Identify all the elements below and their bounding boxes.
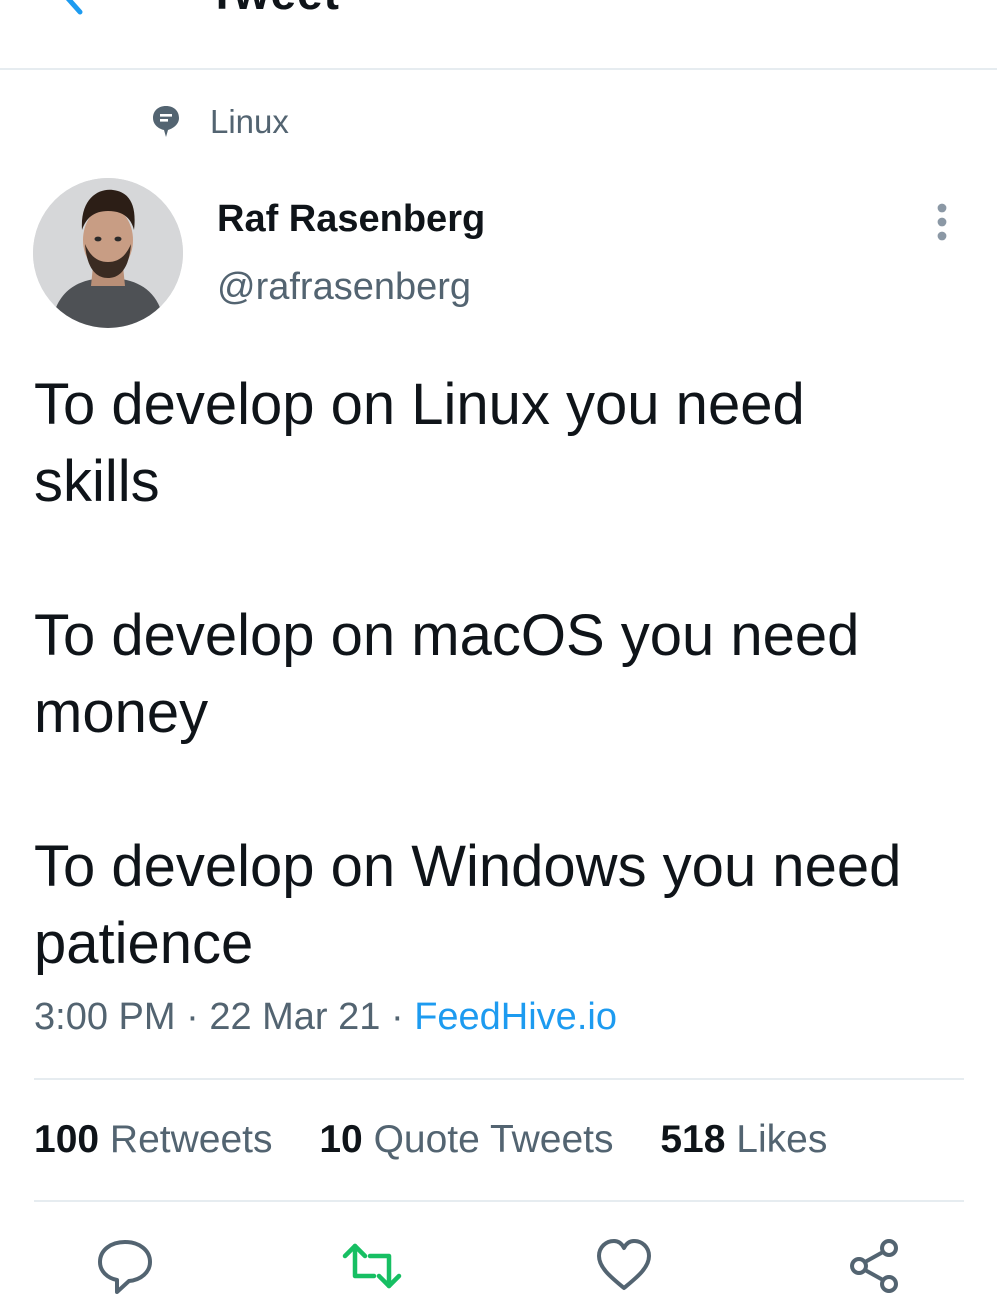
tweet-time: 3:00 PM xyxy=(34,996,176,1038)
topic-context[interactable]: Linux xyxy=(150,100,289,144)
top-bar: Tweet xyxy=(0,0,997,70)
tweet-text: To develop on Linux you need skills To d… xyxy=(34,366,974,982)
likes-stat[interactable]: 518 Likes xyxy=(660,1118,827,1161)
author-handle[interactable]: @rafrasenberg xyxy=(217,266,471,309)
retweets-stat[interactable]: 100 Retweets xyxy=(34,1118,273,1161)
more-vertical-icon[interactable] xyxy=(928,200,956,244)
tweet-paragraph: To develop on Windows you need patience xyxy=(34,828,974,982)
likes-label: Likes xyxy=(736,1118,828,1161)
tweet-line: To develop on macOS you need xyxy=(34,603,860,668)
topic-bubble-icon xyxy=(153,106,179,137)
tweet-line: To develop on Windows you need xyxy=(34,834,902,899)
avatar-photo xyxy=(33,178,183,328)
page-title: Tweet xyxy=(208,0,340,20)
author-name[interactable]: Raf Rasenberg xyxy=(217,198,485,241)
likes-count: 518 xyxy=(660,1118,726,1161)
tweet-line: To develop on Linux you need xyxy=(34,372,805,437)
tweet-date: 22 Mar 21 xyxy=(209,996,381,1038)
topic-label: Linux xyxy=(210,103,289,140)
meta-separator: · xyxy=(390,996,404,1038)
tweet-line: money xyxy=(34,680,209,745)
share-icon[interactable] xyxy=(845,1236,905,1296)
tweet-paragraph: To develop on macOS you need money xyxy=(34,597,974,751)
tweet-source-link[interactable]: FeedHive.io xyxy=(414,996,617,1038)
retweet-icon[interactable] xyxy=(342,1236,402,1296)
back-arrow-icon[interactable] xyxy=(50,0,100,20)
tweet-paragraph: To develop on Linux you need skills xyxy=(34,366,974,520)
tweet-stats: 100 Retweets 10 Quote Tweets 518 Likes xyxy=(34,1118,863,1162)
avatar[interactable] xyxy=(33,178,183,328)
reply-icon[interactable] xyxy=(95,1236,155,1296)
divider xyxy=(34,1200,964,1202)
tweet-line: skills xyxy=(34,449,160,514)
tweet-line: patience xyxy=(34,911,254,976)
divider xyxy=(34,1078,964,1080)
retweets-count: 100 xyxy=(34,1118,100,1161)
retweets-label: Retweets xyxy=(109,1118,273,1161)
quote-tweets-count: 10 xyxy=(319,1118,363,1161)
meta-separator: · xyxy=(186,996,199,1038)
heart-icon[interactable] xyxy=(594,1236,654,1296)
tweet-meta: 3:00 PM · 22 Mar 21 · FeedHive.io xyxy=(34,996,617,1039)
quote-tweets-label: Quote Tweets xyxy=(373,1118,614,1161)
quote-tweets-stat[interactable]: 10 Quote Tweets xyxy=(319,1118,613,1161)
